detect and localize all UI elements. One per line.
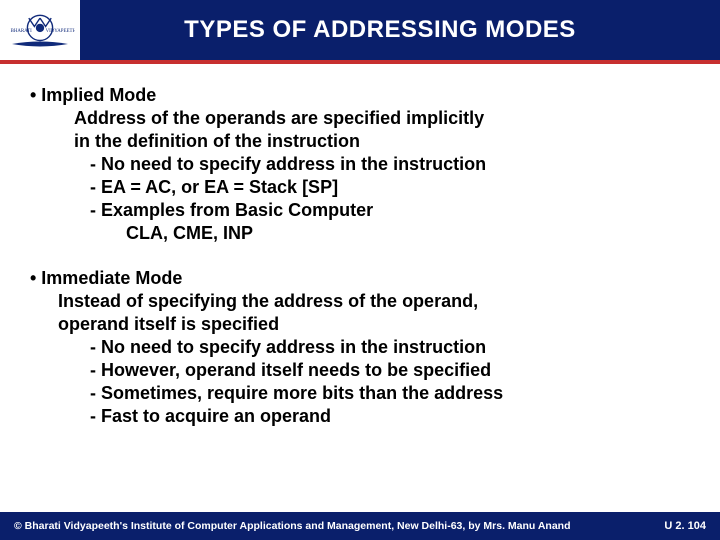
footer-bar: © Bharati Vidyapeeth's Institute of Comp… bbox=[0, 512, 720, 540]
slide-title: TYPES OF ADDRESSING MODES bbox=[80, 16, 720, 44]
body-line: - Fast to acquire an operand bbox=[30, 405, 690, 428]
body-line: operand itself is specified bbox=[30, 313, 690, 336]
body-line: - Sometimes, require more bits than the … bbox=[30, 382, 690, 405]
body-line: - No need to specify address in the inst… bbox=[30, 153, 690, 176]
footer-copyright: © Bharati Vidyapeeth's Institute of Comp… bbox=[14, 520, 571, 532]
body-line: - No need to specify address in the inst… bbox=[30, 336, 690, 359]
body-line: - Examples from Basic Computer bbox=[30, 199, 690, 222]
body-line: Instead of specifying the address of the… bbox=[30, 290, 690, 313]
svg-text:BHARATI: BHARATI bbox=[11, 29, 33, 34]
header-bar: BHARATI VIDYAPEETH TYPES OF ADDRESSING M… bbox=[0, 0, 720, 60]
body-line: - However, operand itself needs to be sp… bbox=[30, 359, 690, 382]
logo-icon: BHARATI VIDYAPEETH bbox=[5, 4, 75, 56]
svg-text:VIDYAPEETH: VIDYAPEETH bbox=[46, 29, 75, 34]
block-implied-mode: • Implied Mode Address of the operands a… bbox=[30, 84, 690, 245]
institution-logo: BHARATI VIDYAPEETH bbox=[0, 0, 80, 60]
footer-page-number: U 2. 104 bbox=[664, 520, 706, 532]
body-line: in the definition of the instruction bbox=[30, 130, 690, 153]
body-line: CLA, CME, INP bbox=[30, 222, 690, 245]
body-line: - EA = AC, or EA = Stack [SP] bbox=[30, 176, 690, 199]
slide: BHARATI VIDYAPEETH TYPES OF ADDRESSING M… bbox=[0, 0, 720, 540]
slide-content: • Implied Mode Address of the operands a… bbox=[0, 64, 720, 512]
block-immediate-mode: • Immediate Mode Instead of specifying t… bbox=[30, 267, 690, 428]
bullet-heading: • Immediate Mode bbox=[30, 267, 690, 290]
body-line: Address of the operands are specified im… bbox=[30, 107, 690, 130]
bullet-heading: • Implied Mode bbox=[30, 84, 690, 107]
